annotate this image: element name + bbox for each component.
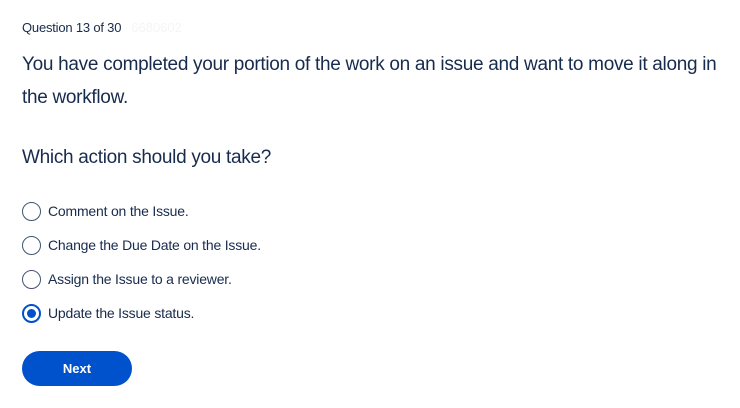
answer-option-label: Assign the Issue to a reviewer. [48, 271, 232, 287]
answer-option[interactable]: Update the Issue status. [22, 296, 261, 330]
answer-option[interactable]: Change the Due Date on the Issue. [22, 228, 261, 262]
next-button[interactable]: Next [22, 351, 132, 386]
question-prompt: Which action should you take? [22, 147, 272, 168]
answer-option-label: Comment on the Issue. [48, 203, 189, 219]
answer-option-label: Change the Due Date on the Issue. [48, 237, 261, 253]
question-id: 6680602 [131, 19, 182, 35]
question-text: You have completed your portion of the w… [22, 54, 717, 108]
answer-option[interactable]: Comment on the Issue. [22, 194, 261, 228]
radio-button[interactable] [22, 201, 41, 221]
radio-button[interactable] [22, 269, 41, 289]
answer-option[interactable]: Assign the Issue to a reviewer. [22, 262, 261, 296]
question-header: Question 13 of 30 6680602 [22, 18, 182, 36]
question-counter: Question 13 of 30 [22, 19, 122, 35]
answer-option-label: Update the Issue status. [48, 305, 195, 321]
radio-selected-dot [27, 308, 36, 318]
answer-options: Comment on the Issue. Change the Due Dat… [22, 194, 261, 330]
radio-button[interactable] [22, 303, 41, 323]
radio-button[interactable] [22, 235, 41, 255]
